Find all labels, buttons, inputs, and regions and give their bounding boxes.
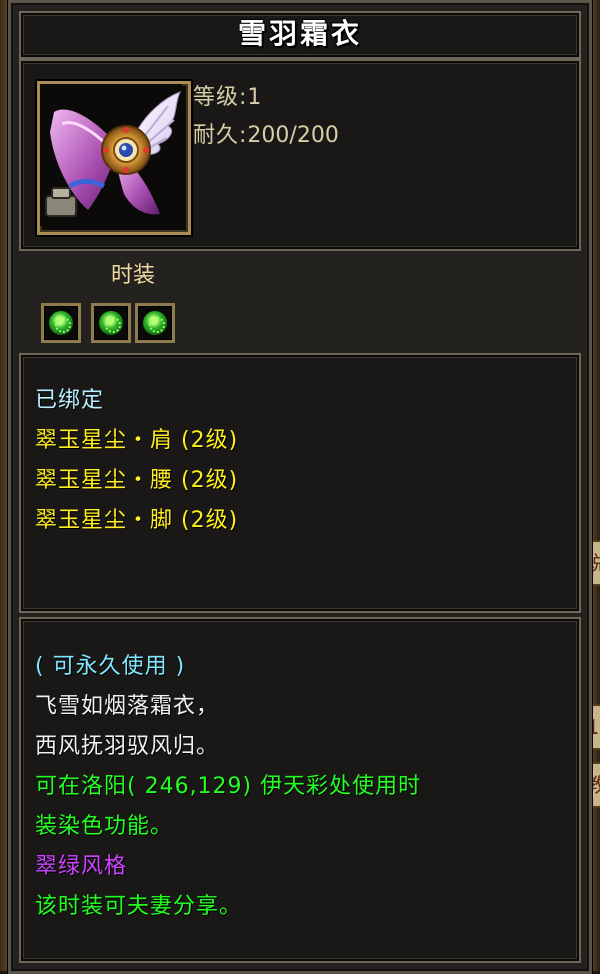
description-panel: ( 可永久使用 ) 飞雪如烟落霜衣， 西风抚羽驭风归。 可在洛阳( 246,12… xyxy=(19,617,581,963)
green-gem-icon xyxy=(49,311,73,335)
gem-socket-2[interactable] xyxy=(91,303,131,343)
item-name: 雪羽霜衣 xyxy=(237,17,362,50)
title-bar: 雪羽霜衣 xyxy=(19,11,581,59)
description-lines: ( 可永久使用 ) 飞雪如烟落霜衣， 西风抚羽驭风归。 可在洛阳( 246,12… xyxy=(35,647,421,927)
flavor-text-line-2: 西风抚羽驭风归。 xyxy=(35,734,220,759)
level-row: 等级:1 xyxy=(193,81,261,115)
slot-type-label: 时装 xyxy=(111,263,156,288)
level-label: 等级: xyxy=(193,85,248,110)
green-gem-icon xyxy=(99,311,123,335)
set-item-feet: 翠玉星尘・脚 (2级) xyxy=(35,508,239,533)
gem-socket-1[interactable] xyxy=(41,303,81,343)
flavor-text-line-1: 飞雪如烟落霜衣， xyxy=(35,694,220,719)
winged-robe-icon xyxy=(40,84,182,226)
usage-duration: ( 可永久使用 ) xyxy=(35,654,186,679)
item-info-panel: 等级:1 耐久:200/200 xyxy=(19,59,581,251)
share-info: 该时装可夫妻分享。 xyxy=(35,894,243,919)
set-item-shoulder: 翠玉星尘・肩 (2级) xyxy=(35,428,239,453)
green-gem-icon xyxy=(143,311,167,335)
dye-info-line-2: 装染色功能。 xyxy=(35,814,174,839)
level-value: 1 xyxy=(247,85,262,110)
style-label: 翠绿风格 xyxy=(35,854,128,879)
bind-status: 已绑定 xyxy=(35,388,105,413)
item-icon-frame xyxy=(37,81,191,235)
item-tooltip: 雪羽霜衣 等级:1 耐久:200/200 时装 已绑定 翠玉星尘・肩 (2级) … xyxy=(8,0,592,974)
set-item-waist: 翠玉星尘・腰 (2级) xyxy=(35,468,239,493)
set-info-lines: 已绑定 翠玉星尘・肩 (2级) 翠玉星尘・腰 (2级) 翠玉星尘・脚 (2级) xyxy=(35,381,238,541)
durability-value: 200/200 xyxy=(247,123,339,148)
set-info-panel: 已绑定 翠玉星尘・肩 (2级) 翠玉星尘・腰 (2级) 翠玉星尘・脚 (2级) xyxy=(19,353,581,613)
dye-info-line-1: 可在洛阳( 246,129) 伊天彩处使用时 xyxy=(35,774,422,799)
durability-row: 耐久:200/200 xyxy=(193,119,339,153)
durability-label: 耐久: xyxy=(193,123,248,148)
gem-socket-3[interactable] xyxy=(135,303,175,343)
